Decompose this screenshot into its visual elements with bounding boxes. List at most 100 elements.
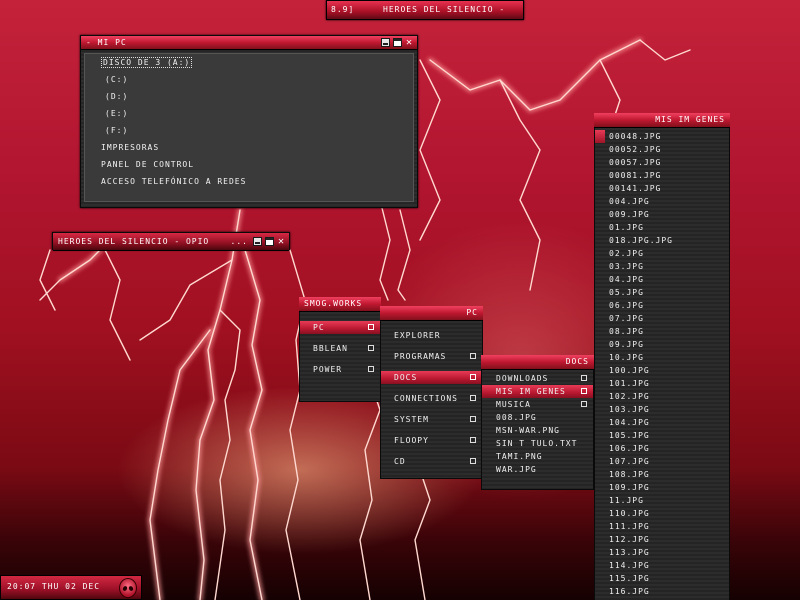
submenu-arrow-icon — [368, 324, 374, 330]
file-item[interactable]: 008.JPG — [482, 411, 593, 424]
minimize-icon[interactable] — [381, 38, 390, 47]
drive-item-d[interactable]: (D:) — [105, 90, 128, 104]
docs-submenu: DOCS DOWNLOADS MIS IM GENES MUSICA 008.J… — [481, 355, 594, 490]
image-file-item[interactable]: 109.JPG — [595, 481, 729, 494]
window-content: DISCO DE 3 (A:) (C:) (D:) (E:) (F:) IMPR… — [84, 53, 414, 202]
submenu-arrow-icon — [368, 366, 374, 372]
image-file-item[interactable]: 02.JPG — [595, 247, 729, 260]
file-item[interactable]: TAMI.PNG — [482, 450, 593, 463]
menu-item-bblean[interactable]: BBLEAN — [300, 342, 380, 355]
menu-item-musica[interactable]: MUSICA — [482, 398, 593, 411]
image-file-item[interactable]: 103.JPG — [595, 403, 729, 416]
maximize-icon[interactable] — [393, 38, 402, 47]
menu-title: MIS IM GENES — [594, 113, 730, 128]
maximize-icon[interactable] — [265, 237, 274, 246]
dialup-networking-item[interactable]: ACCESO TELEFÓNICO A REDES — [101, 175, 246, 189]
minimize-icon[interactable] — [253, 237, 262, 246]
menu-item-programas[interactable]: PROGRAMAS — [381, 350, 482, 363]
submenu-arrow-icon — [470, 458, 476, 464]
window-titlebar[interactable]: - MI PC ✕ — [81, 36, 417, 50]
image-file-item[interactable]: 018.JPG.JPG — [595, 234, 729, 247]
top-status-bar[interactable]: 8.9] HEROES DEL SILENCIO - — [326, 0, 524, 20]
image-file-item[interactable]: 09.JPG — [595, 338, 729, 351]
image-file-item[interactable]: 105.JPG — [595, 429, 729, 442]
file-item[interactable]: WAR.JPG — [482, 463, 593, 476]
image-file-item[interactable]: 08.JPG — [595, 325, 729, 338]
image-file-item[interactable]: 111.JPG — [595, 520, 729, 533]
image-file-item[interactable]: 116.JPG — [595, 585, 729, 598]
control-panel-item[interactable]: PANEL DE CONTROL — [101, 158, 194, 172]
image-file-item[interactable]: 11.JPG — [595, 494, 729, 507]
submenu-arrow-icon — [470, 353, 476, 359]
image-file-item[interactable]: 106.JPG — [595, 442, 729, 455]
submenu-arrow-icon — [470, 374, 476, 380]
menu-item-cd[interactable]: CD — [381, 455, 482, 468]
top-bar-left-text: 8.9] — [331, 5, 355, 14]
pc-submenu: PC EXPLORER PROGRAMAS DOCS CONNECTIONS S… — [380, 306, 483, 479]
submenu-arrow-icon — [581, 401, 587, 407]
menu-item-power[interactable]: POWER — [300, 363, 380, 376]
image-file-item[interactable]: 114.JPG — [595, 559, 729, 572]
more-options-icon[interactable]: ... — [231, 237, 248, 246]
image-file-item[interactable]: 110.JPG — [595, 507, 729, 520]
image-file-item[interactable]: 112.JPG — [595, 533, 729, 546]
submenu-arrow-icon — [470, 416, 476, 422]
menu-title: SMOG.WORKS — [299, 297, 381, 312]
image-file-item[interactable]: 03.JPG — [595, 260, 729, 273]
image-file-item[interactable]: 104.JPG — [595, 416, 729, 429]
image-file-item[interactable]: 10.JPG — [595, 351, 729, 364]
submenu-arrow-icon — [470, 395, 476, 401]
menu-item-docs[interactable]: DOCS — [381, 371, 482, 384]
printers-item[interactable]: IMPRESORAS — [101, 141, 159, 155]
window-titlebar[interactable]: HEROES DEL SILENCIO - OPIO ... ✕ — [53, 233, 289, 251]
image-file-item[interactable]: 01.JPG — [595, 221, 729, 234]
image-file-item[interactable]: 07.JPG — [595, 312, 729, 325]
media-player-window[interactable]: HEROES DEL SILENCIO - OPIO ... ✕ — [52, 232, 290, 251]
drive-item-c[interactable]: (C:) — [105, 73, 128, 87]
menu-item-downloads[interactable]: DOWNLOADS — [482, 372, 593, 385]
menu-item-connections[interactable]: CONNECTIONS — [381, 392, 482, 405]
submenu-arrow-icon — [581, 375, 587, 381]
image-file-item[interactable]: 00052.JPG — [595, 143, 729, 156]
image-file-item[interactable]: 004.JPG — [595, 195, 729, 208]
image-file-item[interactable]: 00057.JPG — [595, 156, 729, 169]
image-file-item[interactable]: 00081.JPG — [595, 169, 729, 182]
image-file-item[interactable]: 06.JPG — [595, 299, 729, 312]
image-file-item[interactable]: 115.JPG — [595, 572, 729, 585]
menu-item-explorer[interactable]: EXPLORER — [381, 329, 482, 342]
menu-title: DOCS — [481, 355, 594, 370]
image-file-item[interactable]: 009.JPG — [595, 208, 729, 221]
menu-item-mis-imagenes[interactable]: MIS IM GENES — [482, 385, 593, 398]
window-title: HEROES DEL SILENCIO - OPIO — [58, 237, 210, 246]
menu-item-system[interactable]: SYSTEM — [381, 413, 482, 426]
menu-title: PC — [380, 306, 483, 321]
file-item[interactable]: MSN-WAR.PNG — [482, 424, 593, 437]
image-file-item[interactable]: 100.JPG — [595, 364, 729, 377]
menu-item-floopy[interactable]: FLOOPY — [381, 434, 482, 447]
image-file-item[interactable]: 00141.JPG — [595, 182, 729, 195]
image-file-list[interactable]: 00048.JPG 00052.JPG 00057.JPG 00081.JPG 0014… — [594, 128, 730, 600]
file-item[interactable]: SIN T TULO.TXT — [482, 437, 593, 450]
alien-logo-icon[interactable] — [119, 578, 137, 598]
image-file-item[interactable]: 107.JPG — [595, 455, 729, 468]
clock-text: 20:07 THU 02 DEC — [7, 582, 101, 591]
image-file-item[interactable]: 102.JPG — [595, 390, 729, 403]
submenu-arrow-icon — [581, 388, 587, 394]
menu-item-pc[interactable]: PC — [300, 321, 380, 334]
drive-item-e[interactable]: (E:) — [105, 107, 128, 121]
clock-widget[interactable]: 20:07 THU 02 DEC — [0, 575, 142, 600]
image-file-item[interactable]: 04.JPG — [595, 273, 729, 286]
close-icon[interactable]: ✕ — [405, 38, 414, 48]
my-computer-window[interactable]: - MI PC ✕ DISCO DE 3 (A:) (C:) (D:) (E:)… — [80, 35, 418, 208]
image-file-item[interactable]: 113.JPG — [595, 546, 729, 559]
drive-item-f[interactable]: (F:) — [105, 124, 128, 138]
close-icon[interactable]: ✕ — [277, 237, 286, 247]
image-file-item[interactable]: 101.JPG — [595, 377, 729, 390]
image-file-item[interactable]: 108.JPG — [595, 468, 729, 481]
image-file-item[interactable]: 05.JPG — [595, 286, 729, 299]
image-file-item[interactable]: 00048.JPG — [595, 130, 729, 143]
submenu-arrow-icon — [470, 437, 476, 443]
drive-item-a[interactable]: DISCO DE 3 (A:) — [101, 56, 193, 70]
window-title: - MI PC — [86, 38, 127, 47]
root-menu: SMOG.WORKS PC BBLEAN POWER — [299, 297, 381, 402]
